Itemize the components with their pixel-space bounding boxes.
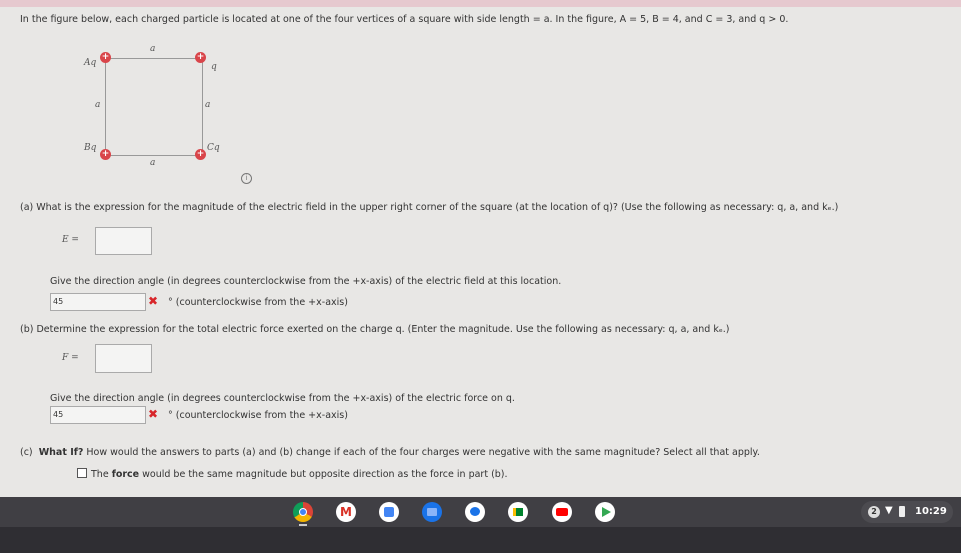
clock[interactable]: 10:29 [915,506,947,517]
label-q: q [211,62,217,72]
label-aq: Aq [84,58,97,68]
info-icon[interactable]: i [241,173,252,184]
part-a-question: (a) What is the expression for the magni… [20,202,839,213]
part-b-angle-unit: ° (counterclockwise from the +x-axis) [168,410,348,421]
play-store-icon[interactable] [595,502,615,522]
part-c-question: (c) What If? How would the answers to pa… [20,447,760,458]
checkbox[interactable] [77,468,87,478]
part-b-angle-input[interactable]: 45 [50,406,146,424]
charge-bottom-right: + [195,149,206,160]
what-if-label: What If? [38,447,84,458]
part-a-angle-unit: ° (counterclockwise from the +x-axis) [168,297,348,308]
charge-bottom-left: + [100,149,111,160]
part-c-text: How would the answers to parts (a) and (… [83,447,760,458]
screen-bezel [0,527,961,553]
option-text-bold: force [111,469,140,480]
charge-top-left: + [100,52,111,63]
part-a-direction-prompt: Give the direction angle (in degrees cou… [50,276,562,287]
youtube-icon[interactable] [552,502,572,522]
intro-text: In the figure below, each charged partic… [20,14,789,25]
calendar-icon[interactable] [379,502,399,522]
browser-top-strip [0,0,961,7]
e-label: E = [62,235,79,245]
side-label-left: a [95,100,101,110]
files-icon[interactable] [422,502,442,522]
meet-icon[interactable] [508,502,528,522]
notification-badge[interactable]: 2 [868,506,880,518]
f-label: F = [62,353,79,363]
wifi-icon: ▼ [885,505,893,516]
part-a-angle-input[interactable]: 45 [50,293,146,311]
side-label-bottom: a [150,158,156,168]
incorrect-x-icon: ✖ [148,407,159,421]
charge-top-right: + [195,52,206,63]
battery-icon [899,506,905,517]
label-cq: Cq [207,143,220,153]
side-label-right: a [205,100,211,110]
label-bq: Bq [84,143,97,153]
e-input[interactable] [95,227,152,255]
side-label-top: a [150,44,156,54]
f-input[interactable] [95,344,152,373]
active-app-indicator [299,524,307,526]
messages-icon[interactable] [465,502,485,522]
part-b-question: (b) Determine the expression for the tot… [20,324,730,335]
chrome-icon[interactable] [293,502,313,522]
option-text-post: would be the same magnitude but opposite… [139,469,508,480]
part-c-prefix: (c) [20,447,33,458]
part-c-option-0[interactable]: The force would be the same magnitude bu… [77,468,508,480]
part-b-direction-prompt: Give the direction angle (in degrees cou… [50,393,515,404]
option-text-pre: The [91,469,112,480]
gmail-icon[interactable]: M [336,502,356,522]
status-tray[interactable]: 2 ▼ 10:29 [861,501,953,523]
incorrect-x-icon: ✖ [148,294,159,308]
